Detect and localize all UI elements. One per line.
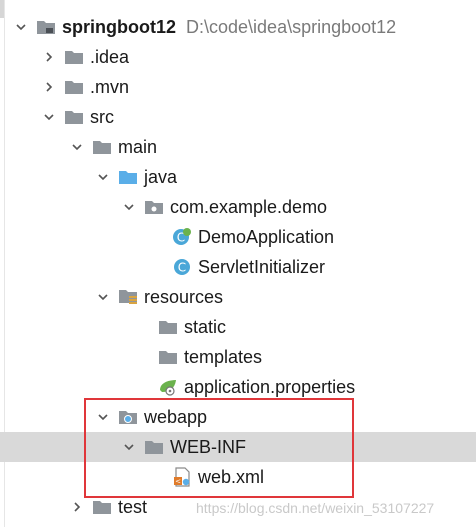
project-name: springboot12 (62, 16, 177, 37)
tree-row-demo-application[interactable]: C DemoApplication (0, 222, 476, 252)
tree-label: .mvn (90, 76, 130, 97)
chevron-down-icon[interactable] (42, 110, 56, 124)
tree-row-java[interactable]: java (0, 162, 476, 192)
tree-row-resources[interactable]: resources (0, 282, 476, 312)
folder-icon (92, 498, 112, 516)
chevron-right-icon[interactable] (42, 50, 56, 64)
chevron-down-icon[interactable] (122, 200, 136, 214)
resources-folder-icon (118, 288, 138, 306)
tree-label: templates (184, 346, 263, 367)
chevron-down-icon[interactable] (96, 290, 110, 304)
chevron-down-icon[interactable] (96, 170, 110, 184)
folder-icon (158, 318, 178, 336)
folder-icon (158, 348, 178, 366)
tree-label: java (144, 166, 178, 187)
tree-row-templates[interactable]: templates (0, 342, 476, 372)
class-icon: C (172, 258, 192, 276)
tree-row-static[interactable]: static (0, 312, 476, 342)
tree-label: static (184, 316, 227, 337)
tree-row-idea[interactable]: .idea (0, 42, 476, 72)
watermark: https://blog.csdn.net/weixin_53107227 (196, 500, 435, 516)
spring-boot-class-icon: C (172, 228, 192, 246)
tree-row-project[interactable]: springboot12 D:\code\idea\springboot12 (0, 12, 476, 42)
tree-row-main[interactable]: main (0, 132, 476, 162)
tree-label: application.properties (184, 376, 356, 397)
tree-row-src[interactable]: src (0, 102, 476, 132)
tree-label: DemoApplication (198, 226, 335, 247)
chevron-right-icon[interactable] (70, 500, 84, 514)
tree-label: main (118, 136, 158, 157)
folder-icon (92, 138, 112, 156)
tree-row-package[interactable]: com.example.demo (0, 192, 476, 222)
tree-label: .idea (90, 46, 130, 67)
svg-text:C: C (178, 261, 186, 275)
tree-label: src (90, 106, 114, 127)
tree-row-mvn[interactable]: .mvn (0, 72, 476, 102)
highlight-box (84, 398, 354, 498)
tree-row-servlet-initializer[interactable]: C ServletInitializer (0, 252, 476, 282)
folder-icon (64, 78, 84, 96)
folder-icon (64, 108, 84, 126)
chevron-right-icon[interactable] (42, 80, 56, 94)
project-path: D:\code\idea\springboot12 (186, 16, 397, 37)
tree-label: ServletInitializer (198, 256, 326, 277)
folder-icon (64, 48, 84, 66)
tree-label: resources (144, 286, 224, 307)
tree-label: test (118, 496, 148, 517)
chevron-down-icon[interactable] (14, 20, 28, 34)
package-icon (144, 198, 164, 216)
spring-properties-icon (158, 378, 178, 396)
source-folder-icon (118, 168, 138, 186)
tree-label: com.example.demo (170, 196, 328, 217)
chevron-down-icon[interactable] (70, 140, 84, 154)
folder-icon (36, 18, 56, 36)
